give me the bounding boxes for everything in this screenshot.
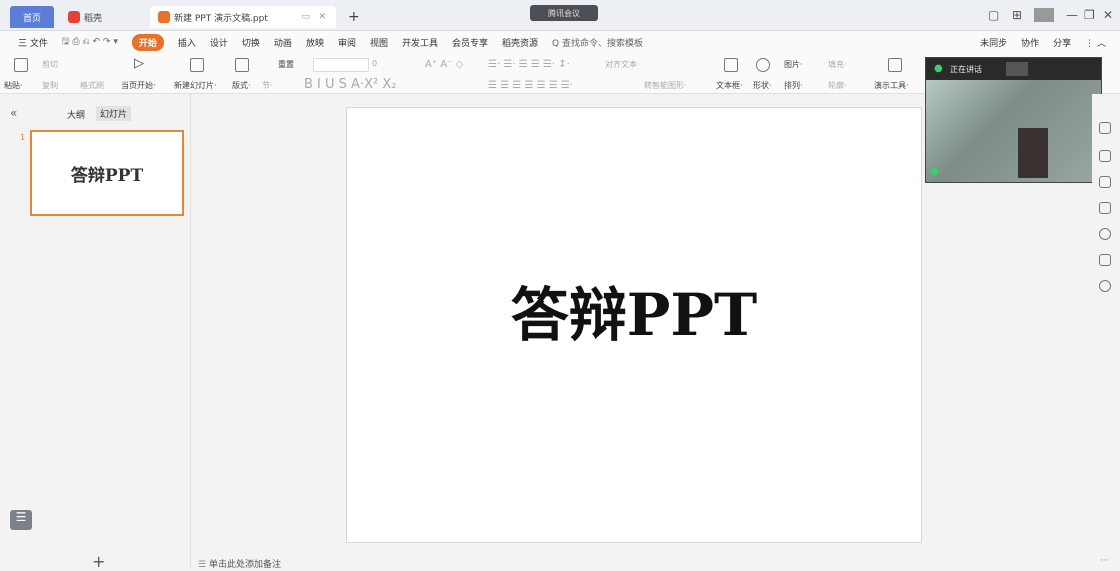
person-blurred xyxy=(1018,128,1048,178)
new-slide-icon[interactable] xyxy=(190,58,204,72)
arrange-button[interactable]: 排列· xyxy=(784,80,803,91)
pin-icon[interactable]: ▭ xyxy=(301,12,310,22)
menu-view[interactable]: 视图 xyxy=(370,36,388,49)
menu-review[interactable]: 审阅 xyxy=(338,36,356,49)
meeting-video-window[interactable]: ● 正在讲话 ● xyxy=(925,57,1102,183)
location-icon[interactable] xyxy=(1099,280,1111,292)
mic-icon: ● xyxy=(934,63,943,74)
list-icons[interactable]: ☰· ☰· ☰ ☰ ☰· ↕· xyxy=(488,59,570,70)
close-window-icon[interactable]: ✕ xyxy=(1103,8,1113,22)
presentation-tools-button[interactable]: 演示工具· xyxy=(874,80,909,91)
textbox-button[interactable]: 文本框· xyxy=(716,80,743,91)
font-size-select[interactable]: 0 xyxy=(372,59,377,68)
grid-icon[interactable]: ⊞ xyxy=(1012,8,1022,22)
menu-docer-resources[interactable]: 稻壳资源 xyxy=(502,36,538,49)
reset-button[interactable]: 重置 xyxy=(278,59,294,70)
docer-logo-icon xyxy=(68,11,80,23)
shape-button[interactable]: 形状· xyxy=(753,80,772,91)
notes-bar[interactable]: ☰ 单击此处添加备注 xyxy=(190,557,1090,570)
more-dots-icon[interactable]: ··· xyxy=(1100,556,1109,566)
outline-button[interactable]: 轮廓· xyxy=(828,80,847,91)
ppt-file-icon xyxy=(158,11,170,23)
menu-design[interactable]: 设计 xyxy=(210,36,228,49)
share-icon[interactable] xyxy=(1099,254,1111,266)
smart-art-button[interactable]: 转智能图形· xyxy=(644,80,687,91)
slide-title[interactable]: 答辩PPT xyxy=(511,268,757,352)
tab-outline[interactable]: 大纲 xyxy=(67,108,85,121)
title-bar: 首页 稻壳 新建 PPT 演示文稿.ppt ▭ ✕ + 腾讯会议 ▢ ⊞ — ❐ ✕ xyxy=(0,0,1120,31)
text-format-icons[interactable]: B I U S A·X² X₂ xyxy=(304,77,396,92)
menu-developer[interactable]: 开发工具 xyxy=(402,36,438,49)
paste-icon[interactable] xyxy=(14,58,28,72)
textbox-icon[interactable] xyxy=(724,58,738,72)
font-size-adjust-icons[interactable]: A⁺ A⁻ ◇ xyxy=(425,59,463,70)
paste-button[interactable]: 粘贴· xyxy=(4,80,23,91)
slide-number: 1 xyxy=(20,133,26,142)
avatar[interactable] xyxy=(1034,8,1054,22)
more-icon[interactable]: ⋮ ︿ xyxy=(1085,36,1106,49)
shape-icon[interactable] xyxy=(756,58,770,72)
meeting-badge[interactable]: 腾讯会议 xyxy=(530,5,598,21)
fill-button[interactable]: 填充· xyxy=(828,59,847,70)
outline-toggle-icon[interactable]: ☰ xyxy=(10,510,32,530)
play-icon[interactable]: ▷ xyxy=(134,56,144,71)
copy-icon[interactable] xyxy=(1099,202,1111,214)
tab-docer[interactable]: 稻壳 xyxy=(60,6,150,28)
new-slide-button[interactable]: 新建幻灯片· xyxy=(174,80,217,91)
format-painter-button[interactable]: 格式刷 xyxy=(80,80,104,91)
add-slide-button[interactable]: + xyxy=(92,552,105,571)
menu-transition[interactable]: 切换 xyxy=(242,36,260,49)
paragraph-icons[interactable]: ☰ ☰ ☰ ☰ ☰ ☰ ☰· xyxy=(488,80,573,91)
minimize-icon[interactable]: — xyxy=(1066,8,1078,22)
layout-button[interactable]: 版式· xyxy=(232,80,251,91)
tab-home[interactable]: 首页 xyxy=(10,6,54,28)
new-tab-button[interactable]: + xyxy=(340,6,368,28)
tab-document[interactable]: 新建 PPT 演示文稿.ppt ▭ ✕ xyxy=(150,6,336,28)
slide-thumbnail[interactable]: 答辩PPT xyxy=(30,130,184,216)
tab-slides[interactable]: 幻灯片 xyxy=(96,106,132,121)
thumbnail-title: 答辩PPT xyxy=(70,165,144,186)
notes-icon: ☰ xyxy=(198,560,207,570)
picture-button[interactable]: 图片· xyxy=(784,59,803,70)
section-button[interactable]: 节· xyxy=(262,80,273,91)
menu-animation[interactable]: 动画 xyxy=(274,36,292,49)
command-search[interactable]: Q 查找命令、搜索模板 xyxy=(552,36,643,49)
slide-canvas[interactable]: 答辩PPT xyxy=(346,107,922,543)
property-icon[interactable] xyxy=(1099,122,1111,134)
file-menu[interactable]: 三 文件 xyxy=(18,36,48,49)
menu-slideshow[interactable]: 放映 xyxy=(306,36,324,49)
font-name-select[interactable] xyxy=(313,58,369,72)
video-mic-icon: ● xyxy=(930,166,939,177)
restore-icon[interactable]: ❐ xyxy=(1084,8,1095,22)
align-text-button[interactable]: 对齐文本· xyxy=(605,59,640,70)
menu-member[interactable]: 会员专享 xyxy=(452,36,488,49)
share-button[interactable]: 分享 xyxy=(1053,36,1071,49)
layout-icon[interactable]: ▢ xyxy=(988,8,999,22)
collaborate-button[interactable]: 协作 xyxy=(1021,36,1039,49)
presentation-tools-icon[interactable] xyxy=(888,58,902,72)
camera-feed xyxy=(926,80,1101,182)
sync-status[interactable]: 未同步 xyxy=(980,36,1007,49)
help-icon[interactable] xyxy=(1099,228,1111,240)
play-from-current-button[interactable]: 当页开始· xyxy=(121,80,156,91)
copy-button[interactable]: 复制 xyxy=(42,80,58,91)
speaking-status: 正在讲话 xyxy=(950,65,982,74)
menu-start[interactable]: 开始 xyxy=(131,33,164,51)
star-icon[interactable] xyxy=(1099,176,1111,188)
tools-icon[interactable] xyxy=(1099,150,1111,162)
quick-access-icons[interactable]: 🖫 ⎙ ⎌ ↶ ↷ ▾ xyxy=(62,34,118,50)
speaker-name-blurred xyxy=(1006,62,1028,76)
right-rail xyxy=(1092,94,1120,568)
notes-placeholder[interactable]: 单击此处添加备注 xyxy=(209,560,281,570)
close-tab-icon[interactable]: ✕ xyxy=(318,12,326,22)
cut-button[interactable]: 剪切 xyxy=(42,59,58,70)
collapse-panel-icon[interactable]: « xyxy=(10,106,17,120)
menu-bar: 三 文件 🖫 ⎙ ⎌ ↶ ↷ ▾ 开始 插入 设计 切换 动画 放映 审阅 视图… xyxy=(0,31,1120,53)
layout-icon[interactable] xyxy=(235,58,249,72)
menu-insert[interactable]: 插入 xyxy=(178,36,196,49)
